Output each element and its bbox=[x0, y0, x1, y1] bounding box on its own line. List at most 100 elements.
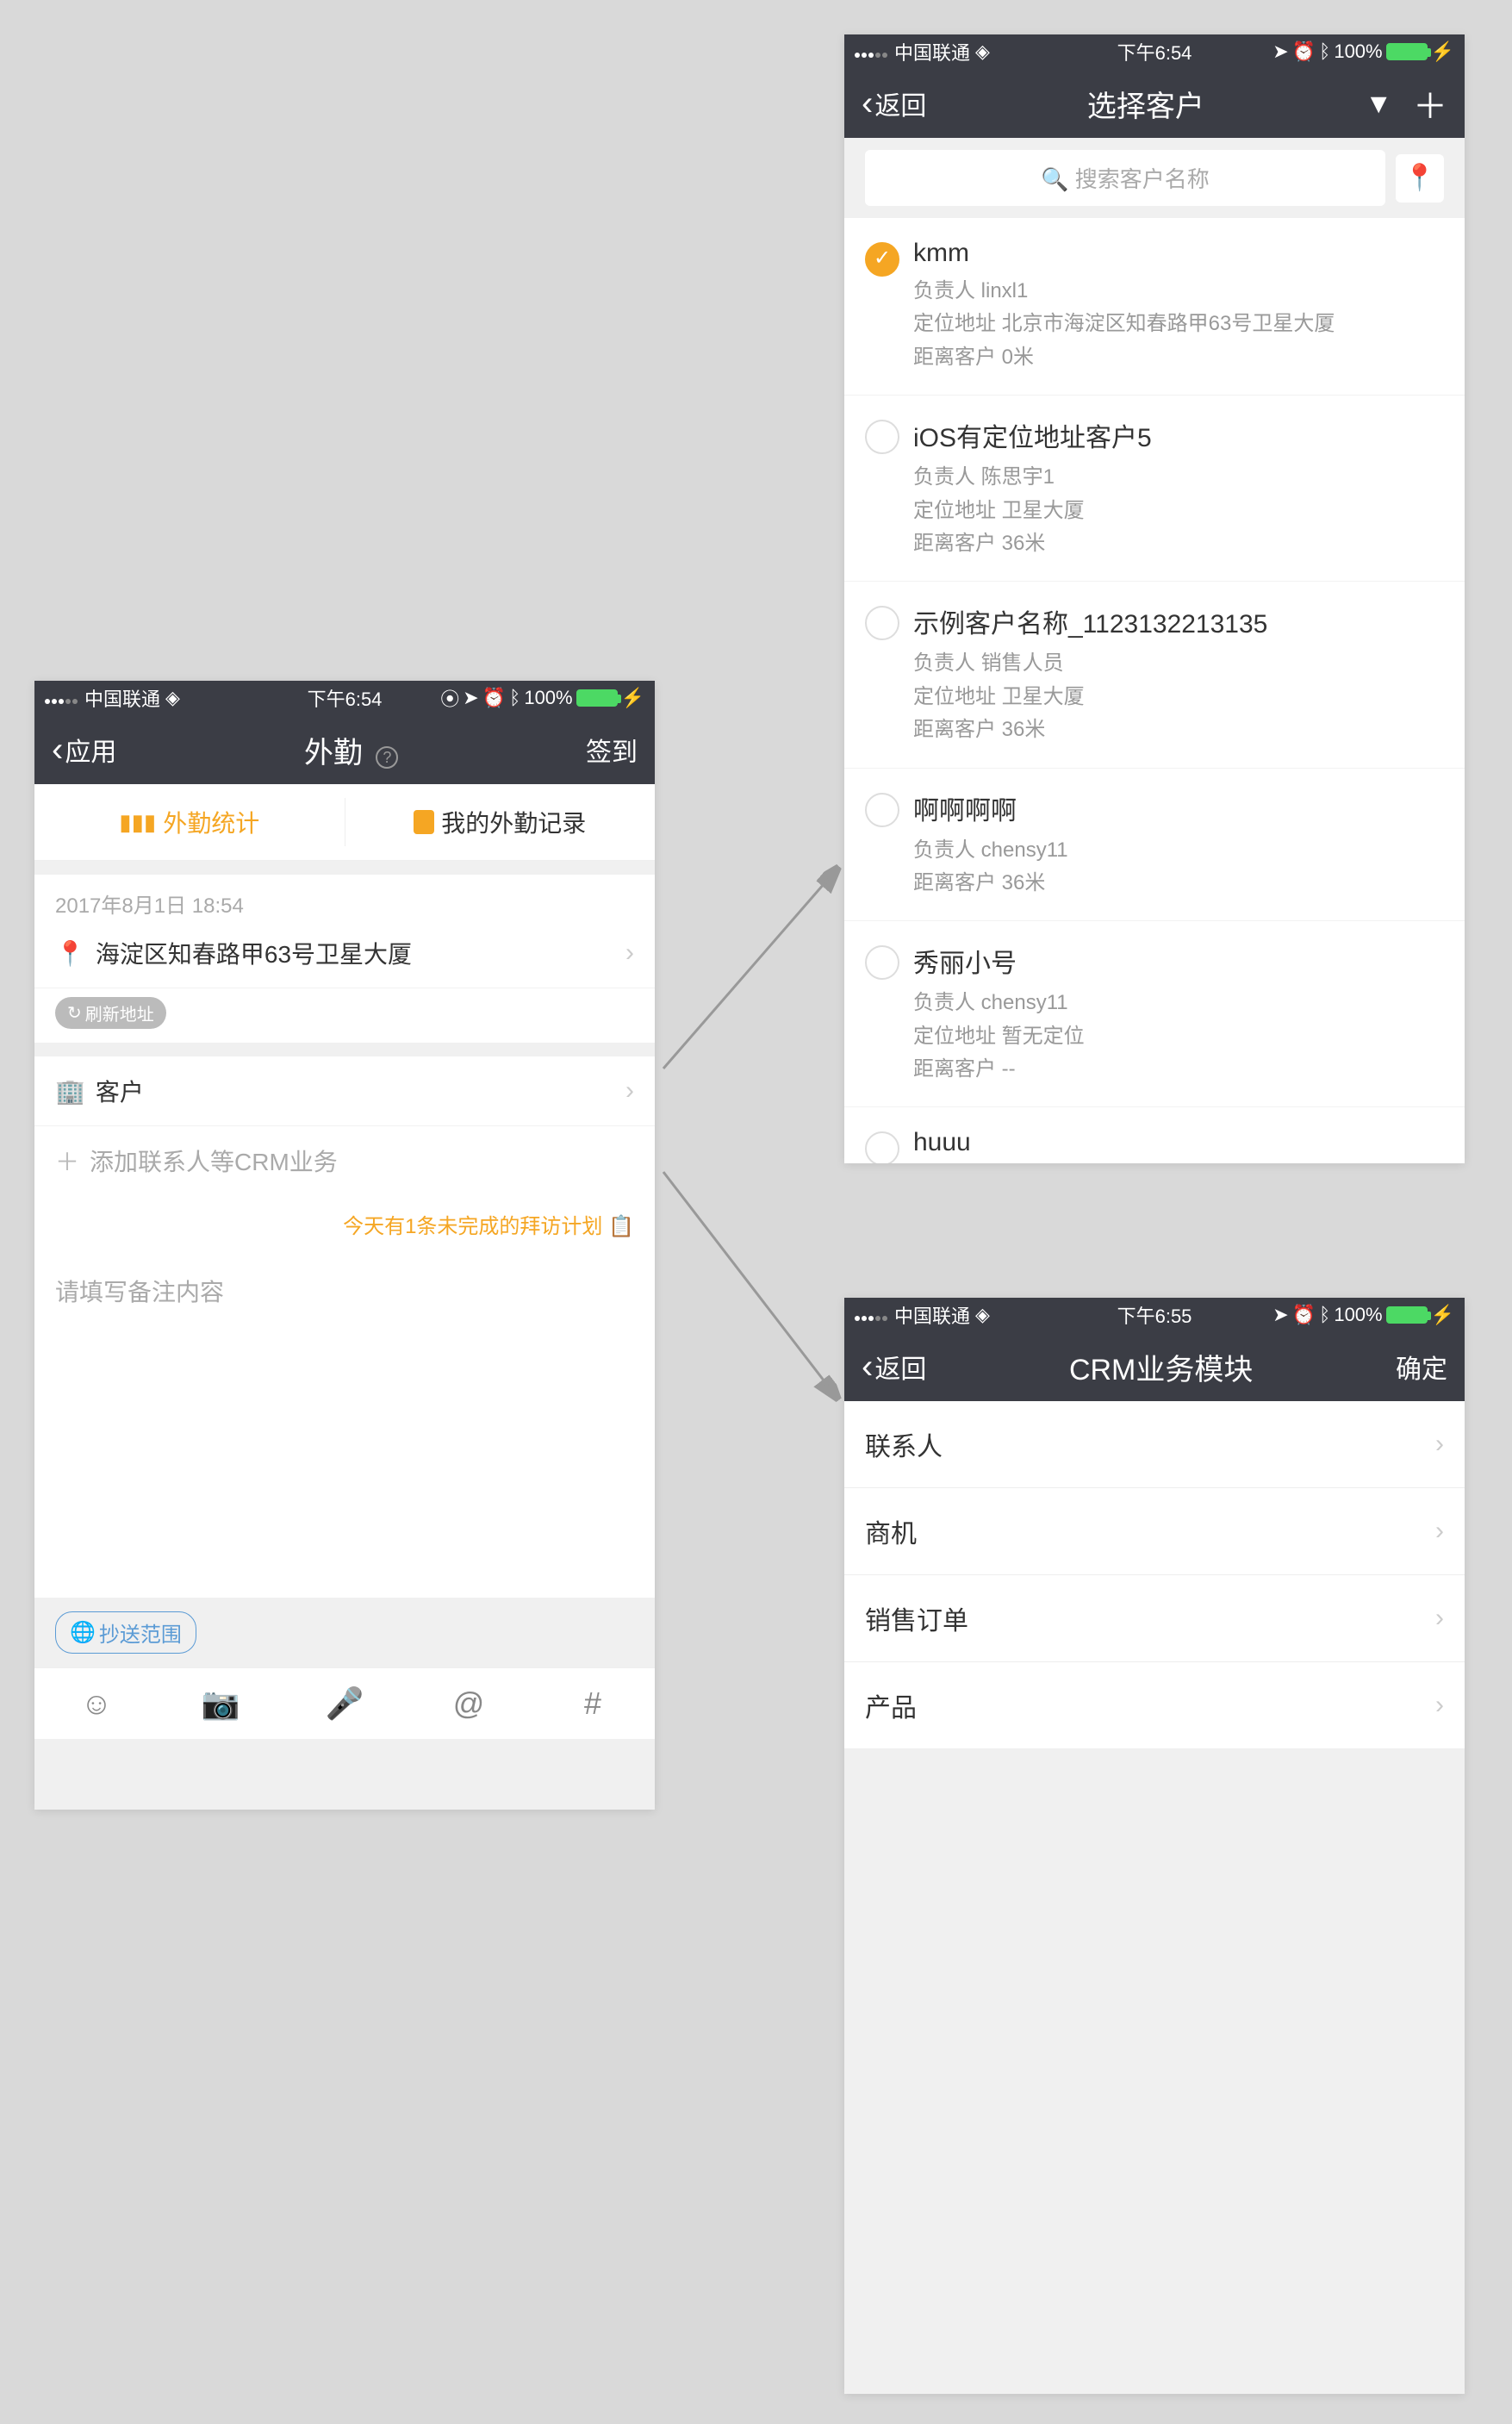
status-bar: 中国联通 ◈ 下午6:55 ➤ ⏰ ᛒ 100% ⚡ bbox=[844, 1298, 1465, 1332]
notes-textarea[interactable]: 请填写备注内容 bbox=[34, 1253, 655, 1598]
radio-icon[interactable] bbox=[865, 420, 899, 454]
location-arrow-icon: ➤ bbox=[1272, 41, 1288, 63]
voice-button[interactable]: 🎤 bbox=[283, 1668, 407, 1739]
customer-item[interactable]: iOS有定位地址客户5负责人 陈思宇1定位地址 卫星大厦距离客户 36米 bbox=[844, 396, 1465, 582]
back-button[interactable]: ‹ 返回 bbox=[862, 1348, 926, 1386]
arrow-to-customers bbox=[655, 862, 844, 1077]
chevron-right-icon: › bbox=[1435, 1691, 1444, 1720]
radio-icon[interactable] bbox=[865, 1131, 899, 1163]
customer-item[interactable]: kmm 负责人 linxl1定位地址 北京市海淀区知春路甲63号卫星大厦距离客户 … bbox=[844, 218, 1465, 396]
page-title: 选择客户 bbox=[926, 83, 1365, 125]
customer-section: 🏢 客户 › ＋ 添加联系人等CRM业务 bbox=[34, 1056, 655, 1195]
plus-icon: ＋ bbox=[55, 1143, 79, 1178]
crm-module-label: 销售订单 bbox=[865, 1599, 968, 1637]
bluetooth-icon: ᛒ bbox=[1319, 41, 1330, 63]
customer-name: 示例客户名称_1123132213135 bbox=[913, 602, 1444, 640]
add-crm-row[interactable]: ＋ 添加联系人等CRM业务 bbox=[34, 1126, 655, 1195]
customer-meta: 负责人 linxl1定位地址 北京市海淀区知春路甲63号卫星大厦距离客户 0米 bbox=[913, 275, 1444, 374]
customer-meta: 负责人 销售人员定位地址 卫星大厦距离客户 36米 bbox=[913, 647, 1444, 746]
crm-module-list: 联系人›商机›销售订单›产品› bbox=[844, 1401, 1465, 1749]
customer-item[interactable]: 啊啊啊啊负责人 chensy11距离客户 36米 bbox=[844, 769, 1465, 922]
customer-meta: 负责人 chensy11定位地址 暂无定位距离客户 -- bbox=[913, 987, 1444, 1086]
crm-module-item[interactable]: 商机 › bbox=[844, 1488, 1465, 1575]
hashtag-button[interactable]: # bbox=[531, 1668, 655, 1739]
cc-scope-button[interactable]: 🌐 抄送范围 bbox=[55, 1611, 196, 1654]
customer-item[interactable]: 秀丽小号负责人 chensy11定位地址 暂无定位距离客户 -- bbox=[844, 921, 1465, 1107]
location-arrow-icon: ➤ bbox=[463, 687, 478, 709]
crm-module-item[interactable]: 产品› bbox=[844, 1662, 1465, 1749]
screen-fieldwork: 中国联通 ◈ 下午6:54 ⦿ ➤ ⏰ ᛒ 100% ⚡ ‹ 应用 外勤 ? 签… bbox=[34, 681, 655, 1810]
crm-module-item[interactable]: 销售订单› bbox=[844, 1575, 1465, 1662]
status-bar: 中国联通 ◈ 下午6:54 ⦿ ➤ ⏰ ᛒ 100% ⚡ bbox=[34, 681, 655, 715]
tab-stats[interactable]: ▮▮▮ 外勤统计 bbox=[34, 784, 345, 860]
radio-icon[interactable] bbox=[865, 945, 899, 980]
crm-module-label: 联系人 bbox=[865, 1425, 943, 1463]
chevron-right-icon: › bbox=[1435, 1430, 1444, 1459]
mention-button[interactable]: @ bbox=[407, 1668, 531, 1739]
note-icon bbox=[414, 810, 434, 834]
customer-meta: 负责人 陈思宇1定位地址 卫星大厦距离客户 36米 bbox=[913, 461, 1444, 560]
customer-item[interactable]: huuu负责人 chensy11 bbox=[844, 1107, 1465, 1163]
status-bar: 中国联通 ◈ 下午6:54 ➤ ⏰ ᛒ 100% ⚡ bbox=[844, 34, 1465, 69]
nav-bar: ‹ 返回 选择客户 ▼ ＋ bbox=[844, 69, 1465, 138]
crm-module-label: 商机 bbox=[865, 1512, 917, 1550]
emoji-button[interactable]: ☺ bbox=[34, 1668, 159, 1739]
checkin-button[interactable]: 签到 bbox=[586, 731, 638, 769]
wifi-icon: ◈ bbox=[165, 687, 180, 709]
radio-icon[interactable] bbox=[865, 606, 899, 640]
help-icon[interactable]: ? bbox=[376, 746, 398, 769]
tabs: ▮▮▮ 外勤统计 我的外勤记录 bbox=[34, 784, 655, 861]
charging-icon: ⚡ bbox=[1431, 41, 1454, 63]
camera-button[interactable]: 📷 bbox=[159, 1668, 283, 1739]
location-row[interactable]: 📍 海淀区知春路甲63号卫星大厦 › bbox=[34, 919, 655, 988]
carrier-label: 中国联通 bbox=[84, 684, 160, 712]
globe-icon: 🌐 bbox=[70, 1620, 96, 1645]
wifi-icon: ◈ bbox=[975, 1304, 990, 1326]
radio-icon[interactable] bbox=[865, 793, 899, 827]
radio-icon[interactable] bbox=[865, 242, 899, 277]
chevron-left-icon: ‹ bbox=[52, 732, 63, 767]
compass-icon: ⦿ bbox=[440, 684, 459, 712]
chevron-right-icon: › bbox=[1435, 1517, 1444, 1546]
alarm-icon: ⏰ bbox=[1292, 1304, 1316, 1326]
confirm-button[interactable]: 确定 bbox=[1396, 1348, 1447, 1386]
customer-name: kmm bbox=[913, 239, 1444, 268]
location-section: 2017年8月1日 18:54 📍 海淀区知春路甲63号卫星大厦 › ↻ 刷新地… bbox=[34, 875, 655, 1043]
signal-dots-icon bbox=[855, 41, 889, 63]
signal-dots-icon bbox=[45, 687, 79, 709]
chevron-right-icon: › bbox=[625, 938, 634, 968]
page-title: CRM业务模块 bbox=[926, 1346, 1396, 1388]
customer-row[interactable]: 🏢 客户 › bbox=[34, 1056, 655, 1126]
back-label: 应用 bbox=[65, 731, 116, 769]
tab-records[interactable]: 我的外勤记录 bbox=[345, 784, 656, 860]
add-icon[interactable]: ＋ bbox=[1413, 78, 1447, 128]
crm-module-item[interactable]: 联系人 › bbox=[844, 1401, 1465, 1488]
customer-item[interactable]: 示例客户名称_1123132213135 负责人 销售人员定位地址 卫星大厦距离客… bbox=[844, 582, 1465, 768]
bluetooth-icon: ᛒ bbox=[509, 687, 520, 709]
signal-dots-icon bbox=[855, 1304, 889, 1326]
customer-name: 秀丽小号 bbox=[913, 942, 1444, 980]
page-title: 外勤 ? bbox=[116, 729, 586, 771]
search-icon: 🔍 bbox=[1041, 166, 1075, 192]
locate-button[interactable]: 📍 bbox=[1396, 154, 1444, 203]
charging-icon: ⚡ bbox=[621, 687, 644, 709]
back-button[interactable]: ‹ 应用 bbox=[52, 731, 116, 769]
bottom-toolbar: ☺ 📷 🎤 @ # bbox=[34, 1667, 655, 1739]
location-text: 海淀区知春路甲63号卫星大厦 bbox=[96, 936, 625, 970]
refresh-address-button[interactable]: ↻ 刷新地址 bbox=[55, 997, 166, 1029]
alarm-icon: ⏰ bbox=[482, 687, 506, 709]
refresh-icon: ↻ bbox=[67, 1002, 82, 1024]
nav-bar: ‹ 返回 CRM业务模块 确定 bbox=[844, 1332, 1465, 1401]
chevron-left-icon: ‹ bbox=[862, 1349, 873, 1384]
wifi-icon: ◈ bbox=[975, 41, 990, 63]
status-time: 下午6:54 bbox=[308, 684, 383, 712]
screen-crm-modules: 中国联通 ◈ 下午6:55 ➤ ⏰ ᛒ 100% ⚡ ‹ 返回 CRM业务模块 … bbox=[844, 1298, 1465, 2394]
pin-icon: 📍 bbox=[55, 939, 85, 968]
arrow-to-crm bbox=[655, 1163, 844, 1405]
search-input[interactable]: 🔍 搜索客户名称 bbox=[865, 150, 1385, 206]
customer-meta: 负责人 chensy11距离客户 36米 bbox=[913, 834, 1444, 900]
back-button[interactable]: ‹ 返回 bbox=[862, 84, 926, 122]
pin-icon: 📍 bbox=[1403, 163, 1435, 193]
filter-icon[interactable]: ▼ bbox=[1365, 88, 1392, 120]
plan-notice[interactable]: 今天有1条未完成的拜访计划 📋 bbox=[34, 1195, 655, 1253]
